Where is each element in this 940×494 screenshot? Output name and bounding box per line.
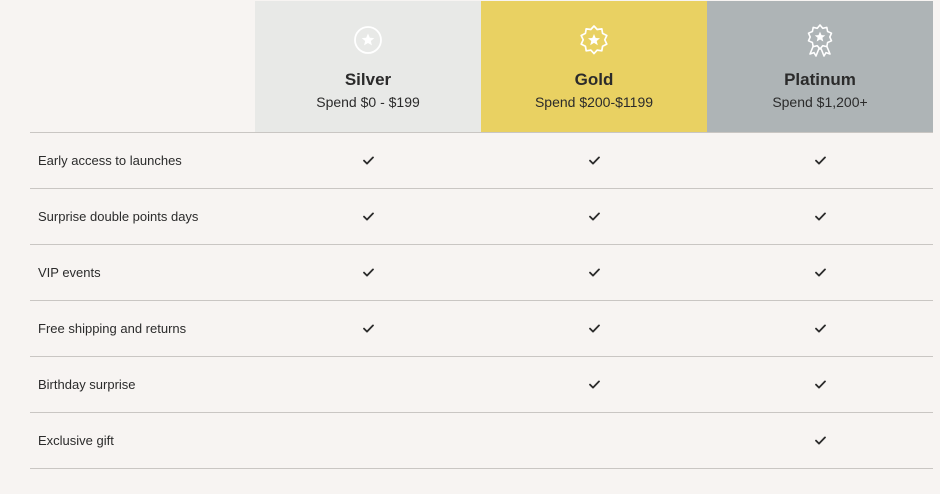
tier-name: Silver — [344, 70, 392, 89]
tier-spend: Spend $0 - $199 — [316, 94, 420, 110]
silver-cell — [255, 413, 481, 468]
checkmark-icon — [588, 156, 600, 165]
checkmark-icon — [588, 212, 600, 221]
checkmark-icon — [362, 212, 374, 221]
gold-cell — [481, 413, 707, 468]
checkmark-icon — [362, 156, 374, 165]
benefit-label: Early access to launches — [38, 153, 182, 168]
checkmark-icon — [588, 380, 600, 389]
benefit-row: Exclusive gift — [30, 413, 933, 469]
tier-silver-header: Silver Spend $0 - $199 — [255, 1, 481, 132]
gold-cell — [481, 133, 707, 188]
silver-cell — [255, 245, 481, 300]
checkmark-icon — [814, 156, 826, 165]
benefit-label: Free shipping and returns — [38, 321, 187, 336]
checkmark-icon — [588, 268, 600, 277]
benefit-label: Birthday surprise — [38, 377, 136, 392]
header-spacer — [30, 0, 255, 132]
gold-cell — [481, 189, 707, 244]
tier-platinum-header: Platinum Spend $1,200+ — [707, 1, 933, 132]
silver-cell — [255, 357, 481, 412]
tier-name: Gold — [574, 70, 614, 89]
checkmark-icon — [814, 380, 826, 389]
checkmark-icon — [362, 324, 374, 333]
gold-cell — [481, 301, 707, 356]
checkmark-icon — [814, 212, 826, 221]
silver-cell — [255, 301, 481, 356]
benefit-row: Early access to launches — [30, 133, 933, 189]
tier-spend: Spend $1,200+ — [772, 94, 868, 110]
star-rosette-icon — [807, 24, 833, 57]
benefit-label: VIP events — [38, 265, 101, 280]
benefit-row: Surprise double points days — [30, 189, 933, 245]
platinum-cell — [707, 357, 933, 412]
tier-spend: Spend $200-$1199 — [534, 94, 654, 110]
benefit-label: Surprise double points days — [38, 209, 199, 224]
tier-comparison-table: Silver Spend $0 - $199 Gold Spend $200-$… — [30, 0, 933, 469]
platinum-cell — [707, 245, 933, 300]
benefit-rows: Early access to launches Surprise double… — [30, 133, 933, 469]
tier-header-row: Silver Spend $0 - $199 Gold Spend $200-$… — [30, 0, 933, 133]
checkmark-icon — [362, 268, 374, 277]
platinum-cell — [707, 133, 933, 188]
checkmark-icon — [814, 324, 826, 333]
platinum-cell — [707, 301, 933, 356]
silver-cell — [255, 133, 481, 188]
silver-cell — [255, 189, 481, 244]
checkmark-icon — [814, 268, 826, 277]
benefit-row: Birthday surprise — [30, 357, 933, 413]
benefit-label: Exclusive gift — [38, 433, 114, 448]
tier-gold-header: Gold Spend $200-$1199 — [481, 1, 707, 132]
checkmark-icon — [814, 436, 826, 445]
benefit-row: Free shipping and returns — [30, 301, 933, 357]
benefit-row: VIP events — [30, 245, 933, 301]
gold-cell — [481, 245, 707, 300]
platinum-cell — [707, 413, 933, 468]
star-badge-icon — [580, 25, 608, 55]
platinum-cell — [707, 189, 933, 244]
checkmark-icon — [588, 324, 600, 333]
star-circle-icon — [354, 26, 382, 54]
tier-name: Platinum — [784, 70, 856, 89]
gold-cell — [481, 357, 707, 412]
